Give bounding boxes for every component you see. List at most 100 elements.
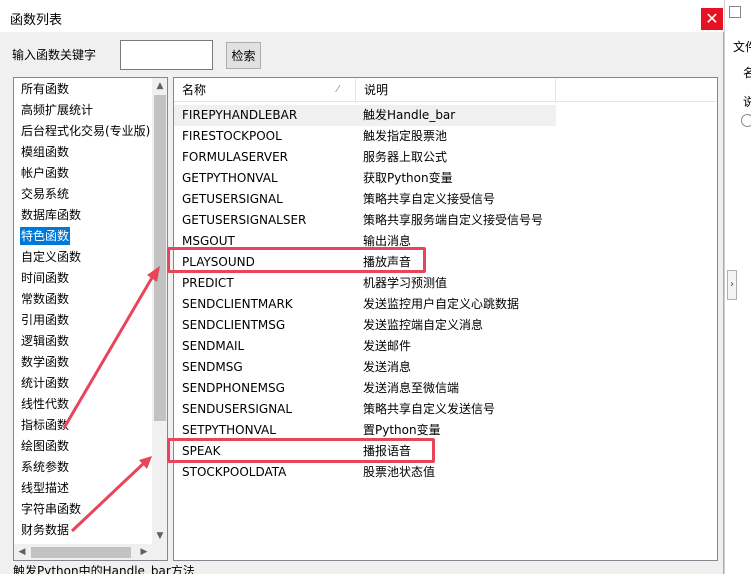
scroll-left-arrow-icon[interactable]: ◀: [14, 544, 30, 560]
function-description: 机器学习预测值: [363, 276, 448, 290]
table-row[interactable]: FIREPYHANDLEBAR 触发Handle_bar: [174, 105, 556, 126]
close-button[interactable]: ✕: [701, 8, 723, 30]
scroll-thumb[interactable]: [154, 95, 166, 421]
function-name: GETUSERSIGNALSER: [182, 213, 307, 227]
function-description: 发送消息至微信端: [363, 381, 460, 395]
function-name: FORMULASERVER: [182, 150, 289, 164]
function-description: 发送监控端自定义消息: [363, 318, 484, 332]
background-label-name: 名: [743, 64, 751, 81]
category-item[interactable]: 高频扩展统计: [20, 101, 94, 119]
function-description: 策略共享自定义发送信号: [363, 402, 496, 416]
table-row[interactable]: STOCKPOOLDATA 股票池状态值: [174, 462, 556, 483]
table-row[interactable]: GETUSERSIGNALSER 策略共享服务端自定义接受信号号: [174, 210, 556, 231]
table-row[interactable]: SENDMSG 发送消息: [174, 357, 556, 378]
function-description: 策略共享服务端自定义接受信号号: [363, 213, 544, 227]
table-row[interactable]: SENDUSERSIGNAL 策略共享自定义发送信号: [174, 399, 556, 420]
category-item[interactable]: 帐户函数: [20, 164, 70, 182]
highlight-box-speak: [167, 438, 435, 463]
category-horizontal-scrollbar[interactable]: ◀ ▶: [14, 544, 152, 560]
function-table[interactable]: 名称 ⁄ 说明 FIREPYHANDLEBAR 触发Handle_bar FIRES…: [173, 77, 718, 561]
scroll-thumb-horizontal[interactable]: [31, 547, 131, 558]
function-name: SENDPHONEMSG: [182, 381, 285, 395]
close-icon: ✕: [705, 9, 719, 28]
table-row[interactable]: SENDCLIENTMARK 发送监控用户自定义心跳数据: [174, 294, 556, 315]
scroll-up-arrow-icon[interactable]: ▲: [152, 78, 167, 94]
table-row[interactable]: GETPYTHONVAL 获取Python变量: [174, 168, 556, 189]
table-header: 名称 ⁄ 说明: [174, 78, 717, 102]
category-item[interactable]: 绘图函数: [20, 437, 70, 455]
column-header-name[interactable]: 名称 ⁄: [174, 78, 356, 102]
category-item[interactable]: 统计函数: [20, 374, 70, 392]
function-description: 发送邮件: [363, 339, 412, 353]
table-row[interactable]: SENDPHONEMSG 发送消息至微信端: [174, 378, 556, 399]
scroll-down-arrow-icon[interactable]: ▼: [152, 528, 167, 544]
category-item[interactable]: 后台程式化交易(专业版): [20, 122, 151, 140]
function-name: FIREPYHANDLEBAR: [182, 108, 298, 122]
category-item[interactable]: 字符串函数: [20, 500, 82, 518]
function-description: 股票池状态值: [363, 465, 436, 479]
function-description: 触发指定股票池: [363, 129, 448, 143]
function-name: STOCKPOOLDATA: [182, 465, 287, 479]
table-row[interactable]: FIRESTOCKPOOL 触发指定股票池: [174, 126, 556, 147]
category-item[interactable]: 线型描述: [20, 479, 70, 497]
function-description: 发送监控用户自定义心跳数据: [363, 297, 520, 311]
search-button[interactable]: 检索: [226, 42, 261, 69]
radio-button[interactable]: [741, 114, 751, 127]
category-item[interactable]: 线性代数: [20, 395, 70, 413]
category-list[interactable]: 所有函数高频扩展统计后台程式化交易(专业版) 模组函数帐户函数交易系统数据库函数特…: [13, 77, 168, 561]
function-name: GETPYTHONVAL: [182, 171, 278, 185]
title-bar: 函数列表 ✕: [0, 0, 724, 32]
status-text: 触发Python中的Handle_bar方法: [13, 565, 195, 574]
background-window: 文件 名 说 ›: [724, 0, 751, 574]
column-header-desc-label: 说明: [364, 83, 389, 97]
function-name: PREDICT: [182, 276, 234, 290]
table-row[interactable]: PREDICT 机器学习预测值: [174, 273, 556, 294]
category-item[interactable]: 引用函数: [20, 311, 70, 329]
column-header-desc[interactable]: 说明: [356, 78, 556, 102]
function-description: 服务器上取公式: [363, 150, 448, 164]
category-item[interactable]: 系统参数: [20, 458, 70, 476]
function-name: SENDCLIENTMSG: [182, 318, 286, 332]
function-description: 获取Python变量: [363, 171, 453, 185]
sort-indicator-icon: ⁄: [337, 84, 339, 95]
function-name: GETUSERSIGNAL: [182, 192, 283, 206]
category-item[interactable]: 逻辑函数: [20, 332, 70, 350]
table-row[interactable]: SENDCLIENTMSG 发送监控端自定义消息: [174, 315, 556, 336]
table-row[interactable]: FORMULASERVER 服务器上取公式: [174, 147, 556, 168]
table-row[interactable]: GETUSERSIGNAL 策略共享自定义接受信号: [174, 189, 556, 210]
function-name: SENDCLIENTMARK: [182, 297, 293, 311]
category-item[interactable]: 交易系统: [20, 185, 70, 203]
function-name: SENDMAIL: [182, 339, 245, 353]
dialog-title: 函数列表: [10, 13, 63, 28]
scroll-right-arrow-icon[interactable]: ▶: [136, 544, 152, 560]
category-item[interactable]: 数据库函数: [20, 206, 82, 224]
category-item[interactable]: 财务数据: [20, 521, 70, 539]
function-name: SENDUSERSIGNAL: [182, 402, 293, 416]
function-name: FIRESTOCKPOOL: [182, 129, 282, 143]
scrollbar-corner: [152, 544, 167, 560]
highlight-box-playsound: [167, 247, 426, 273]
screen: 文件 名 说 › 函数列表 ✕ 输入函数关键字 检索 所有函数高频扩展统计后台程…: [0, 0, 751, 574]
maximize-icon[interactable]: [729, 6, 741, 18]
category-item[interactable]: 数学函数: [20, 353, 70, 371]
column-header-name-label: 名称: [182, 83, 207, 97]
category-item[interactable]: 时间函数: [20, 269, 70, 287]
function-description: 策略共享自定义接受信号: [363, 192, 496, 206]
category-item[interactable]: 模组函数: [20, 143, 70, 161]
function-list-dialog: 函数列表 ✕ 输入函数关键字 检索 所有函数高频扩展统计后台程式化交易(专业版)…: [0, 0, 724, 574]
search-label: 输入函数关键字: [12, 48, 97, 62]
category-item[interactable]: 常数函数: [20, 290, 70, 308]
background-menu-file[interactable]: 文件: [733, 38, 751, 55]
category-item[interactable]: 特色函数: [20, 227, 71, 245]
function-description: 触发Handle_bar: [363, 108, 456, 122]
search-input[interactable]: [120, 40, 213, 70]
category-item[interactable]: 自定义函数: [20, 248, 82, 266]
category-item[interactable]: 所有函数: [20, 80, 70, 98]
function-name: SENDMSG: [182, 360, 243, 374]
function-description: 发送消息: [363, 360, 412, 374]
table-row[interactable]: SENDMAIL 发送邮件: [174, 336, 556, 357]
category-item[interactable]: 指标函数: [20, 416, 70, 434]
category-vertical-scrollbar[interactable]: ▲ ▼: [152, 78, 167, 544]
background-label-desc: 说: [743, 93, 751, 110]
expand-arrow-icon[interactable]: ›: [727, 270, 737, 300]
